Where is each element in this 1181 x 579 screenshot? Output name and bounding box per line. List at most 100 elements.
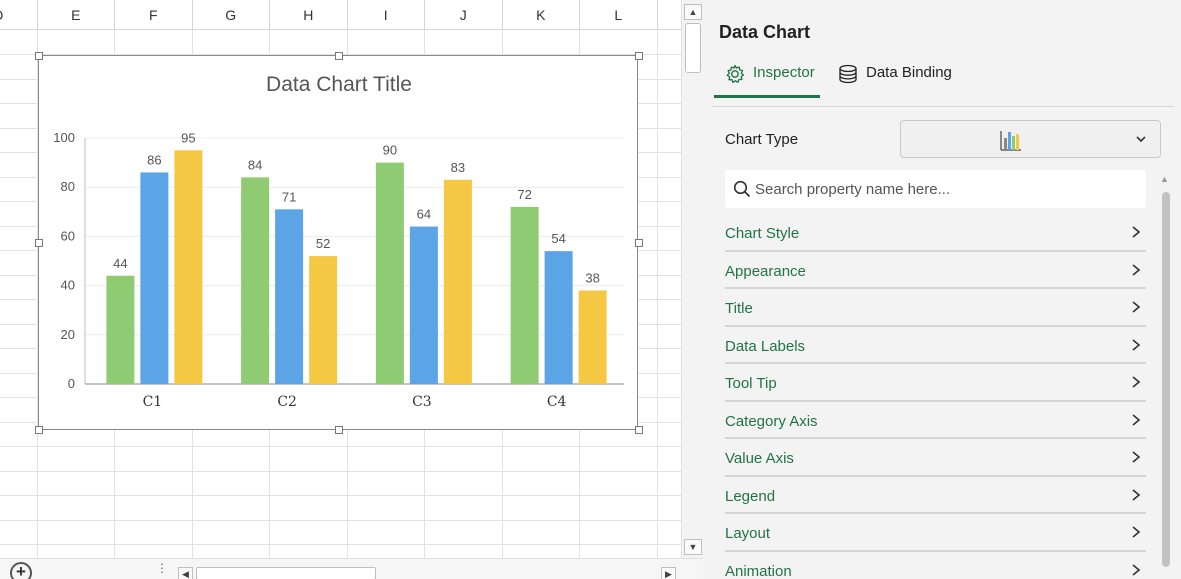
bar: [409, 226, 438, 384]
panel-scroll-up-icon[interactable]: ▲: [1160, 174, 1169, 184]
tab-data-binding-label: Data Binding: [866, 64, 952, 81]
property-row-layout[interactable]: Layout: [725, 514, 1146, 552]
property-row-data-labels[interactable]: Data Labels: [725, 327, 1146, 364]
property-row-title[interactable]: Title: [725, 289, 1146, 327]
category-label: C2: [277, 394, 297, 410]
data-chart-panel: Data Chart Inspector Data Binding Chart …: [703, 0, 1181, 579]
resize-handle[interactable]: [35, 426, 43, 434]
data-label: 84: [248, 157, 262, 172]
bar: [140, 172, 169, 384]
property-row-tool-tip[interactable]: Tool Tip: [725, 364, 1146, 402]
scroll-left-button[interactable]: ◀: [178, 567, 193, 579]
scroll-up-button[interactable]: ▲: [684, 4, 702, 20]
search-icon: [733, 180, 751, 198]
chevron-down-icon: [1136, 136, 1146, 143]
column-header-g[interactable]: G: [193, 0, 270, 30]
data-label: 90: [383, 143, 397, 158]
bar: [375, 162, 404, 384]
chevron-right-icon: [1132, 563, 1141, 576]
scroll-right-button[interactable]: ▶: [661, 567, 676, 579]
bar: [275, 209, 304, 384]
bar: [241, 177, 270, 384]
data-label: 52: [316, 236, 330, 251]
category-label: C1: [143, 394, 163, 410]
resize-handle[interactable]: [35, 52, 43, 60]
panel-scrollbar[interactable]: ▲: [1157, 170, 1173, 579]
search-input[interactable]: [755, 175, 1135, 203]
column-header-l[interactable]: L: [580, 0, 658, 30]
tab-splitter-icon[interactable]: ⋮: [156, 561, 168, 575]
property-label: Chart Style: [725, 225, 800, 242]
tab-inspector[interactable]: Inspector: [714, 64, 820, 98]
bar-chart-icon: [1000, 131, 1021, 151]
horizontal-scroll-thumb[interactable]: [196, 567, 376, 579]
property-row-appearance[interactable]: Appearance: [725, 252, 1146, 289]
bar: [544, 251, 573, 384]
gear-icon: [726, 64, 745, 84]
bar-chart: Data Chart Title 0 20 40 60 80 100 44 86 95 C1 84 7…: [53, 73, 624, 410]
panel-scroll-thumb[interactable]: [1162, 192, 1170, 567]
property-label: Data Labels: [725, 337, 806, 355]
resize-handle[interactable]: [635, 426, 643, 434]
resize-handle[interactable]: [35, 239, 43, 247]
spreadsheet[interactable]: DEFGHIJKL Data Chart Title 0 20 40 60 80 100 4…: [0, 0, 681, 579]
column-header-h[interactable]: H: [270, 0, 348, 30]
chart-type-dropdown[interactable]: [900, 120, 1161, 158]
chevron-right-icon: [1132, 263, 1141, 276]
resize-handle[interactable]: [635, 239, 643, 247]
property-row-category-axis[interactable]: Category Axis: [725, 402, 1146, 439]
property-row-value-axis[interactable]: Value Axis: [725, 439, 1146, 477]
property-label: Title: [725, 300, 753, 317]
tab-data-binding[interactable]: Data Binding: [838, 64, 952, 98]
chart-container[interactable]: Data Chart Title 0 20 40 60 80 100 44 86 95 C1 84 7…: [35, 52, 643, 434]
y-tick-label: 60: [61, 228, 75, 243]
data-label: 71: [282, 189, 296, 204]
chart-plot-area: 0 20 40 60 80 100 44 86 95 C1 84 71 52 C2 90 64 83 C3 72 54…: [53, 130, 624, 410]
y-tick-label: 80: [61, 179, 75, 194]
property-label: Animation: [725, 562, 792, 579]
data-label: 95: [181, 130, 195, 145]
column-header-e[interactable]: E: [38, 0, 115, 30]
bar: [309, 256, 338, 384]
column-header-d[interactable]: D: [0, 0, 38, 30]
property-label: Layout: [725, 525, 771, 542]
property-row-legend[interactable]: Legend: [725, 477, 1146, 514]
y-tick-label: 100: [53, 130, 75, 145]
column-header-row: DEFGHIJKL: [0, 0, 681, 30]
scroll-down-button[interactable]: ▼: [684, 539, 702, 555]
chevron-right-icon: [1132, 301, 1141, 313]
property-label: Legend: [725, 487, 776, 505]
data-label: 38: [585, 271, 599, 286]
chevron-right-icon: [1132, 488, 1141, 501]
category-label: C3: [412, 394, 432, 410]
vertical-scroll-thumb[interactable]: [685, 23, 701, 73]
resize-handle[interactable]: [335, 426, 343, 434]
data-label: 72: [517, 187, 531, 202]
property-label: Value Axis: [725, 450, 794, 467]
column-header-k[interactable]: K: [503, 0, 580, 30]
data-label: 54: [551, 231, 565, 246]
bar: [510, 206, 539, 384]
property-row-animation[interactable]: Animation: [725, 552, 1146, 579]
vertical-scrollbar[interactable]: ▲ ▼: [681, 0, 703, 558]
y-tick-label: 20: [61, 327, 75, 342]
add-sheet-icon[interactable]: +: [10, 562, 32, 579]
property-label: Tool Tip: [725, 375, 777, 392]
resize-handle[interactable]: [635, 52, 643, 60]
y-tick-label: 0: [68, 376, 75, 391]
column-header-i[interactable]: I: [348, 0, 425, 30]
column-gridline: [656, 30, 658, 558]
resize-handle[interactable]: [335, 52, 343, 60]
property-list: Chart Style Appearance Title Data Labels Too…: [725, 214, 1146, 579]
bar: [443, 179, 472, 384]
column-header-j[interactable]: J: [425, 0, 503, 30]
property-row-chart-style[interactable]: Chart Style: [725, 214, 1146, 252]
database-icon: [839, 64, 857, 84]
chevron-right-icon: [1132, 526, 1141, 538]
panel-title: Data Chart: [719, 22, 811, 42]
chart-type-label: Chart Type: [725, 131, 799, 148]
chevron-right-icon: [1132, 338, 1141, 351]
horizontal-scrollbar[interactable]: ◀ ▶: [178, 567, 678, 579]
property-search[interactable]: [725, 170, 1146, 208]
column-header-f[interactable]: F: [115, 0, 193, 30]
